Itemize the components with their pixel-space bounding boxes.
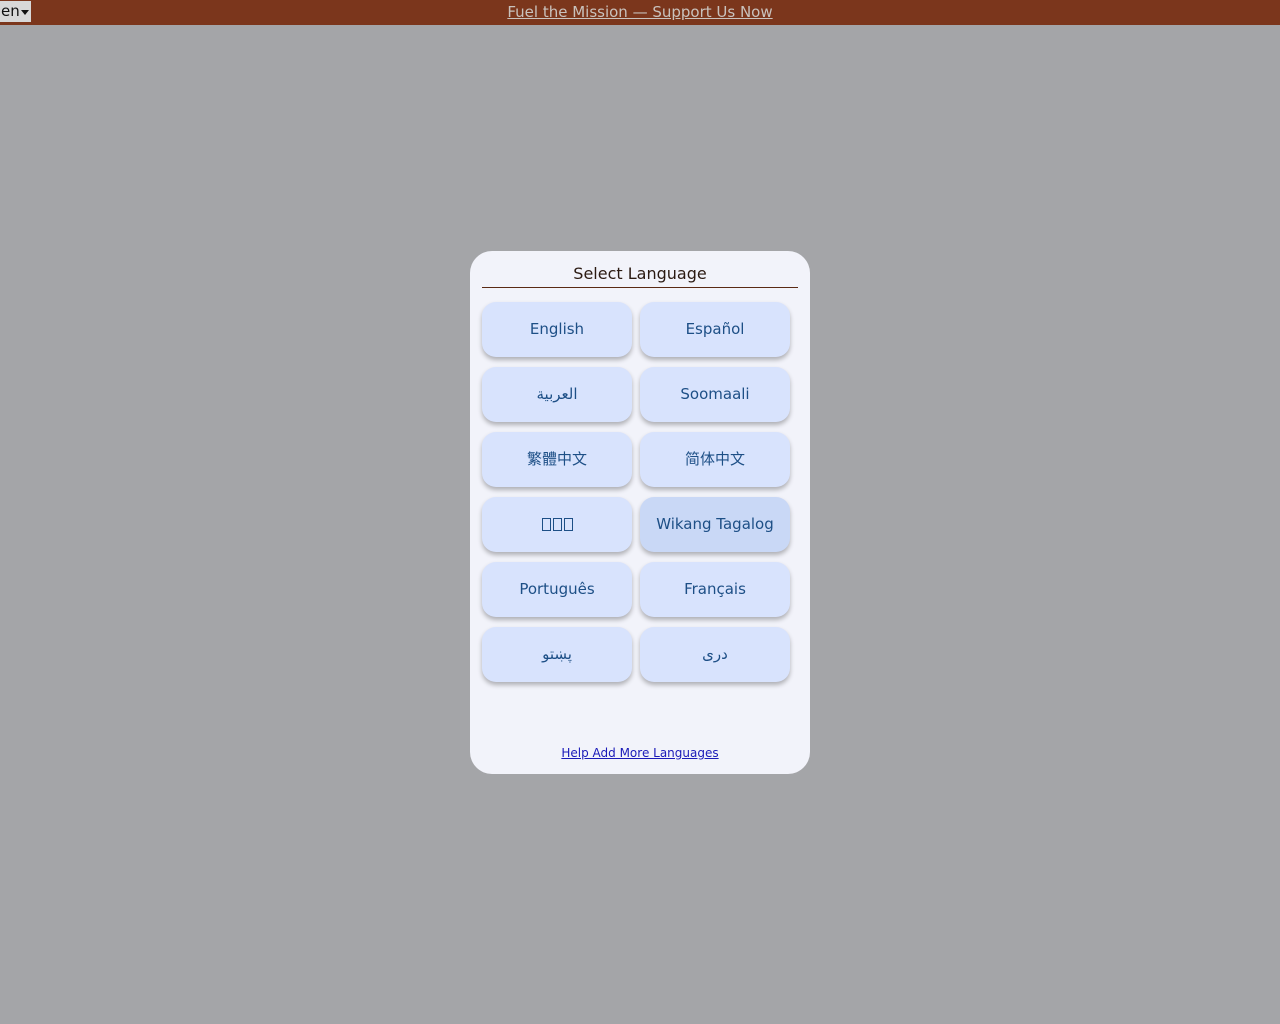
language-button-portuguese[interactable]: Português — [482, 562, 632, 617]
help-add-languages-link[interactable]: Help Add More Languages — [470, 746, 810, 760]
language-button-simplified-chinese[interactable]: 简体中文 — [640, 432, 790, 487]
language-button-arabic[interactable]: العربية — [482, 367, 632, 422]
language-button-unrendered[interactable] — [482, 497, 632, 552]
language-button-tagalog[interactable]: Wikang Tagalog — [640, 497, 790, 552]
language-select[interactable]: en — [0, 1, 31, 22]
dialog-title: Select Language — [482, 264, 798, 288]
language-dialog: Select Language English Español العربية … — [470, 251, 810, 774]
language-button-dari[interactable]: دری — [640, 627, 790, 682]
top-banner: en Fuel the Mission — Support Us Now — [0, 0, 1280, 25]
language-select-value: en — [1, 2, 20, 20]
language-button-pashto[interactable]: پښتو — [482, 627, 632, 682]
language-button-french[interactable]: Français — [640, 562, 790, 617]
chevron-down-icon — [21, 10, 29, 15]
unrendered-glyphs-icon — [541, 514, 574, 535]
language-button-spanish[interactable]: Español — [640, 302, 790, 357]
support-link-container: Fuel the Mission — Support Us Now — [0, 0, 1280, 25]
language-button-english[interactable]: English — [482, 302, 632, 357]
language-button-somali[interactable]: Soomaali — [640, 367, 790, 422]
support-link[interactable]: Fuel the Mission — Support Us Now — [507, 3, 772, 21]
language-button-traditional-chinese[interactable]: 繁體中文 — [482, 432, 632, 487]
